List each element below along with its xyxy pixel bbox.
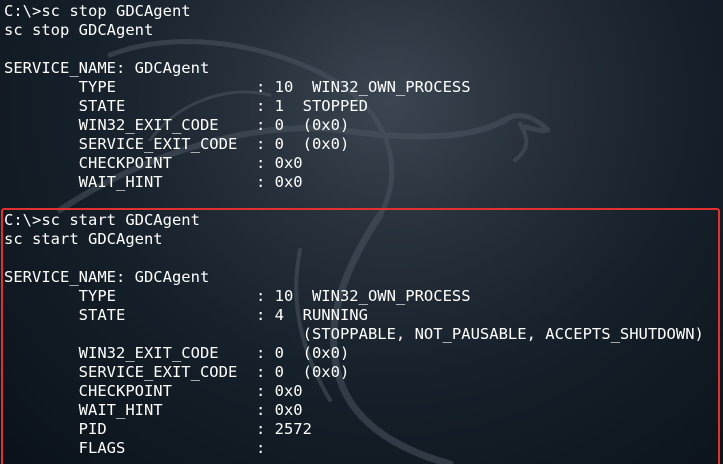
start-service-exit-code-line: SERVICE_EXIT_CODE : 0 (0x0) [4,363,350,381]
start-state-line: STATE : 4 RUNNING [4,306,368,324]
start-pid-line: PID : 2572 [4,420,312,438]
stop-command-echo: sc stop GDCAgent [4,21,154,39]
stop-service-name: SERVICE_NAME: GDCAgent [4,59,210,77]
stop-command-prompt: C:\>sc stop GDCAgent [4,2,191,20]
terminal-window[interactable]: C:\>sc stop GDCAgent sc stop GDCAgent SE… [0,0,723,464]
start-checkpoint-line: CHECKPOINT : 0x0 [4,382,303,400]
start-wait-hint-line: WAIT_HINT : 0x0 [4,401,303,419]
start-flags-line: FLAGS : [4,439,266,457]
start-service-name: SERVICE_NAME: GDCAgent [4,268,210,286]
start-win32-exit-code-line: WIN32_EXIT_CODE : 0 (0x0) [4,344,350,362]
stop-win32-exit-code-line: WIN32_EXIT_CODE : 0 (0x0) [4,116,350,134]
stop-type-line: TYPE : 10 WIN32_OWN_PROCESS [4,78,471,96]
stop-wait-hint-line: WAIT_HINT : 0x0 [4,173,303,191]
start-command-echo: sc start GDCAgent [4,230,163,248]
stop-checkpoint-line: CHECKPOINT : 0x0 [4,154,303,172]
stop-state-line: STATE : 1 STOPPED [4,97,368,115]
start-state-flags-line: (STOPPABLE, NOT_PAUSABLE, ACCEPTS_SHUTDO… [4,325,704,343]
stop-service-exit-code-line: SERVICE_EXIT_CODE : 0 (0x0) [4,135,350,153]
start-command-prompt: C:\>sc start GDCAgent [4,211,200,229]
start-type-line: TYPE : 10 WIN32_OWN_PROCESS [4,287,471,305]
